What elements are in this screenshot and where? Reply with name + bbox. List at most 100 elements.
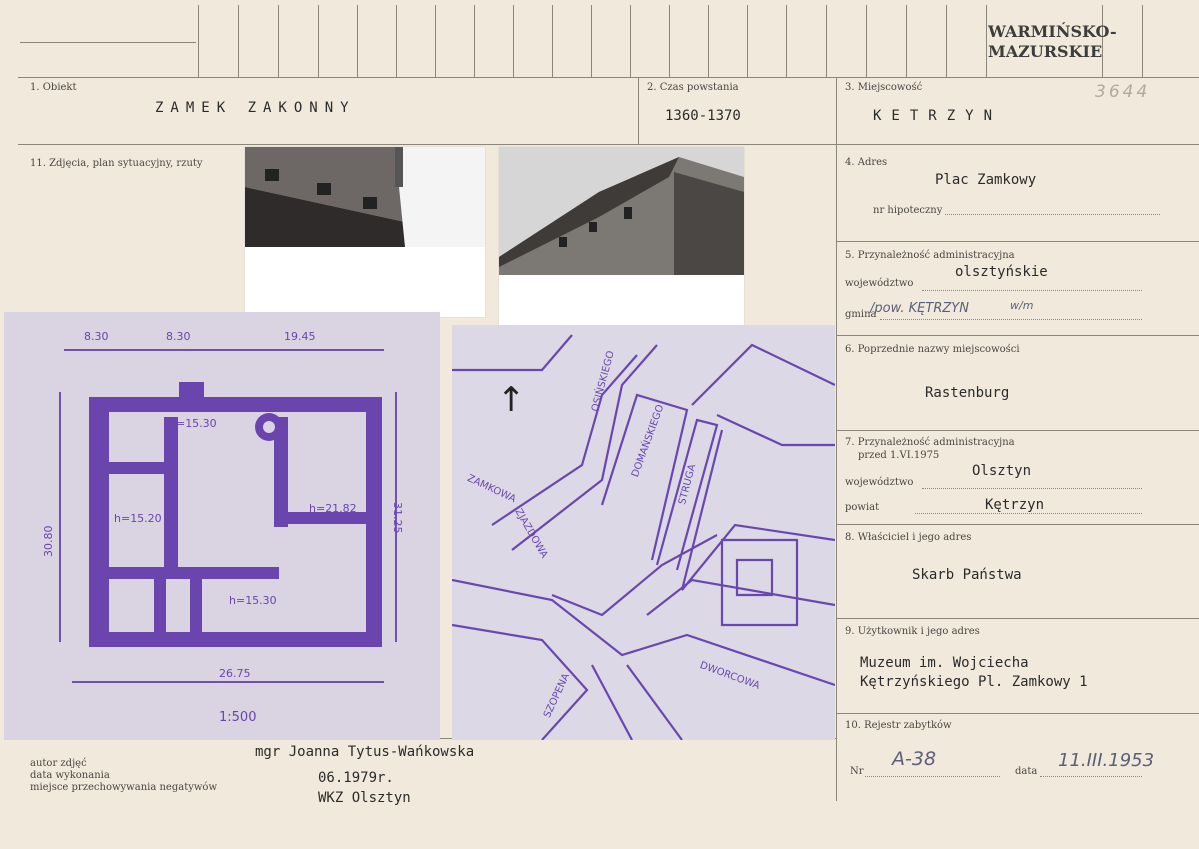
plan-dim-left: 30.80 <box>42 525 55 558</box>
gmina-extra: w/m <box>1010 299 1034 312</box>
header-column-line <box>906 5 907 77</box>
gmina-line <box>880 319 1142 320</box>
adres-label: 4. Adres <box>845 157 888 168</box>
plan-height-4: h=15.30 <box>229 594 277 607</box>
czas-label: 2. Czas powstania <box>647 82 739 93</box>
hipoteczny-line <box>945 214 1160 215</box>
region-stamp-line-1: WARMIŃSKO- <box>988 22 1117 41</box>
plan-height-1: h=15.30 <box>169 417 217 430</box>
header-column-line <box>552 5 553 77</box>
plan-dim-top-2: 8.30 <box>166 330 191 343</box>
situation-map-copy: OSIŃSKIEGO DOMAŃSKIEGO STRUGA ZAMKOWA ZJAZDO… <box>452 325 835 740</box>
rejestr-data-line <box>1040 776 1142 777</box>
gmina-value: /pow. KĘTRZYN <box>870 301 969 316</box>
wlasciciel-label: 8. Właściciel i jego adres <box>845 532 972 543</box>
wojewodztwo-line <box>922 290 1142 291</box>
czas-value: 1360-1370 <box>665 108 741 124</box>
uzytkownik-label: 9. Użytkownik i jego adres <box>845 626 980 637</box>
uzytkownik-value-1: Muzeum im. Wojciecha <box>860 655 1029 671</box>
facade-photo-image <box>499 147 744 327</box>
przynaleznosc-label: 5. Przynależność administracyjna <box>845 250 1015 261</box>
row-divider-top <box>18 77 1199 78</box>
header-column-line <box>866 5 867 77</box>
data-wykonania-label: data wykonania <box>30 770 110 781</box>
uzytkownik-value-2: Kętrzyńskiego Pl. Zamkowy 1 <box>860 674 1088 690</box>
data-wykonania-value: 06.1979r. <box>318 770 394 786</box>
north-arrow-icon: ↑ <box>497 380 526 420</box>
wojewodztwo-label: województwo <box>845 278 914 289</box>
plan-height-3: h=15.20 <box>114 512 162 525</box>
miejscowosc-label: 3. Miejscowość <box>845 82 923 93</box>
header-column-line <box>396 5 397 77</box>
rejestr-data-label: data <box>1015 766 1038 777</box>
col-divider-2 <box>836 77 837 801</box>
obiekt-label: 1. Obiekt <box>30 82 77 93</box>
header-column-line <box>986 5 987 77</box>
plan-dim-right: 31.25 <box>391 502 404 534</box>
row-divider-2 <box>18 144 1199 145</box>
zdjecia-label: 11. Zdjęcia, plan sytuacyjny, rzuty <box>30 158 203 169</box>
header-column-line <box>357 5 358 77</box>
header-column-line <box>630 5 631 77</box>
rejestr-nr-label: Nr <box>850 766 864 777</box>
header-column-line <box>1142 5 1143 77</box>
miejsce-label: miejsce przechowywania negatywów <box>30 782 217 793</box>
region-stamp-line-2: MAZURSKIE <box>988 42 1103 61</box>
header-column-line <box>513 5 514 77</box>
miejsce-value: WKZ Olsztyn <box>318 790 411 806</box>
rejestr-label: 10. Rejestr zabytków <box>845 720 952 731</box>
obiekt-value: ZAMEK ZAKONNY <box>155 100 356 116</box>
miejscowosc-value: KETRZYN <box>873 108 1003 124</box>
right-divider-1 <box>836 241 1199 242</box>
header-column-line <box>669 5 670 77</box>
col-divider-1 <box>638 77 639 144</box>
plan-dim-bottom: 26.75 <box>219 667 251 680</box>
wojewodztwo-1975-value: Olsztyn <box>972 463 1032 479</box>
footer-labels: autor zdjęć data wykonania miejsce przec… <box>30 758 217 794</box>
header-column-line <box>474 5 475 77</box>
autor-label: autor zdjęć <box>30 758 87 769</box>
przynaleznosc-1975-label-1: 7. Przynależność administracyjna <box>845 437 1015 448</box>
right-divider-6 <box>836 713 1199 714</box>
header-column-line <box>318 5 319 77</box>
wojewodztwo-1975-line <box>922 488 1142 489</box>
inventory-card: WARMIŃSKO- MAZURSKIE 3644 1. Obiekt ZAME… <box>0 0 1199 849</box>
przynaleznosc-1975-label-2: przed 1.VI.1975 <box>858 450 940 461</box>
rejestr-nr-value: A-38 <box>892 748 937 770</box>
powiat-label: powiat <box>845 502 880 513</box>
right-divider-3 <box>836 430 1199 431</box>
region-stamp: WARMIŃSKO- MAZURSKIE <box>988 22 1117 62</box>
header-column-divider <box>198 5 199 77</box>
right-divider-2 <box>836 335 1199 336</box>
rejestr-nr-line <box>865 776 1000 777</box>
plan-dim-top-1: 8.30 <box>84 330 109 343</box>
powiat-value: Kętrzyn <box>985 497 1045 513</box>
header-writing-line <box>20 42 196 43</box>
wojewodztwo-value: olsztyńskie <box>955 264 1048 280</box>
wlasciciel-value: Skarb Państwa <box>912 567 1022 583</box>
plan-height-2: h=21.82 <box>309 502 357 515</box>
header-column-line <box>238 5 239 77</box>
header-column-line <box>278 5 279 77</box>
autor-value: mgr Joanna Tytus-Wańkowska <box>255 744 475 760</box>
right-divider-5 <box>836 618 1199 619</box>
courtyard-photo-image <box>245 147 485 317</box>
header-column-line <box>826 5 827 77</box>
poprzednie-value: Rastenburg <box>925 385 1010 401</box>
header-column-line <box>946 5 947 77</box>
header-column-line <box>435 5 436 77</box>
wojewodztwo-1975-label: województwo <box>845 477 914 488</box>
plan-scale: 1:500 <box>219 710 257 725</box>
floor-plan-copy: 8.30 8.30 19.45 26.75 30.80 31.25 h=15.30 h=21.… <box>4 312 440 740</box>
right-divider-4 <box>836 524 1199 525</box>
powiat-line <box>915 513 1142 514</box>
header-column-line <box>591 5 592 77</box>
hipoteczny-label: nr hipoteczny <box>873 205 943 216</box>
header-column-line <box>708 5 709 77</box>
header-column-line <box>747 5 748 77</box>
archive-number: 3644 <box>1095 82 1151 102</box>
rejestr-data-value: 11.III.1953 <box>1058 750 1155 771</box>
adres-value: Plac Zamkowy <box>935 172 1037 188</box>
header-column-line <box>786 5 787 77</box>
poprzednie-label: 6. Poprzednie nazwy miejscowości <box>845 344 1020 355</box>
